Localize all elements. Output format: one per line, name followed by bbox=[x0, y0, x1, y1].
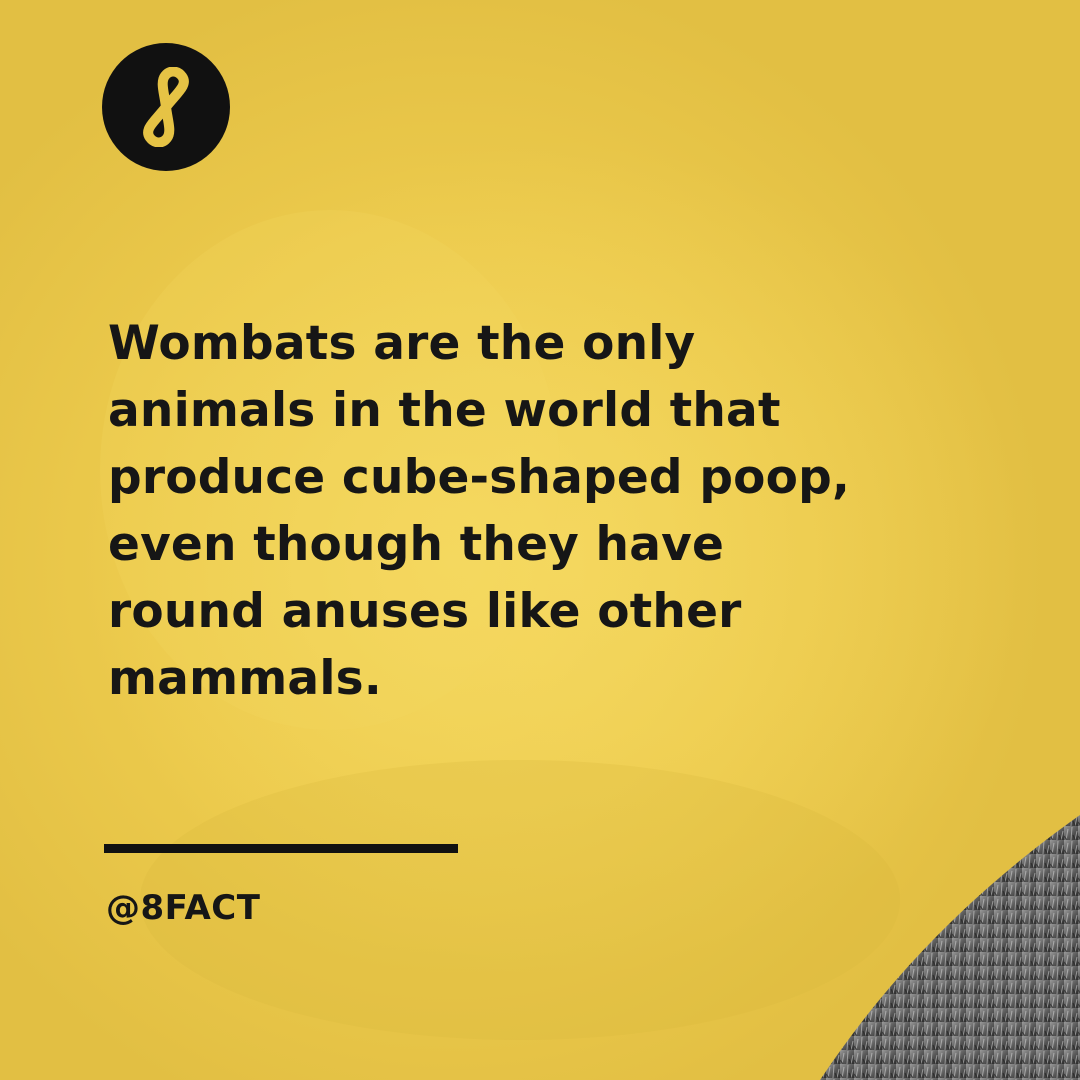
fact-text: Wombats are the only animals in the worl… bbox=[108, 310, 868, 712]
fact-line: mammals. bbox=[108, 651, 382, 706]
fact-line: animals in the world that bbox=[108, 383, 781, 438]
fact-line: even though they have bbox=[108, 517, 725, 572]
social-handle: @8FACT bbox=[106, 888, 261, 928]
infinity-eight-icon bbox=[143, 67, 189, 147]
fact-line: produce cube-shaped poop, bbox=[108, 450, 851, 505]
fact-line: round anuses like other bbox=[108, 584, 742, 639]
fact-line: Wombats are the only bbox=[108, 316, 696, 371]
brand-logo bbox=[102, 43, 230, 171]
fact-card: Wombats are the only animals in the worl… bbox=[0, 0, 1080, 1080]
divider-line bbox=[104, 844, 458, 853]
